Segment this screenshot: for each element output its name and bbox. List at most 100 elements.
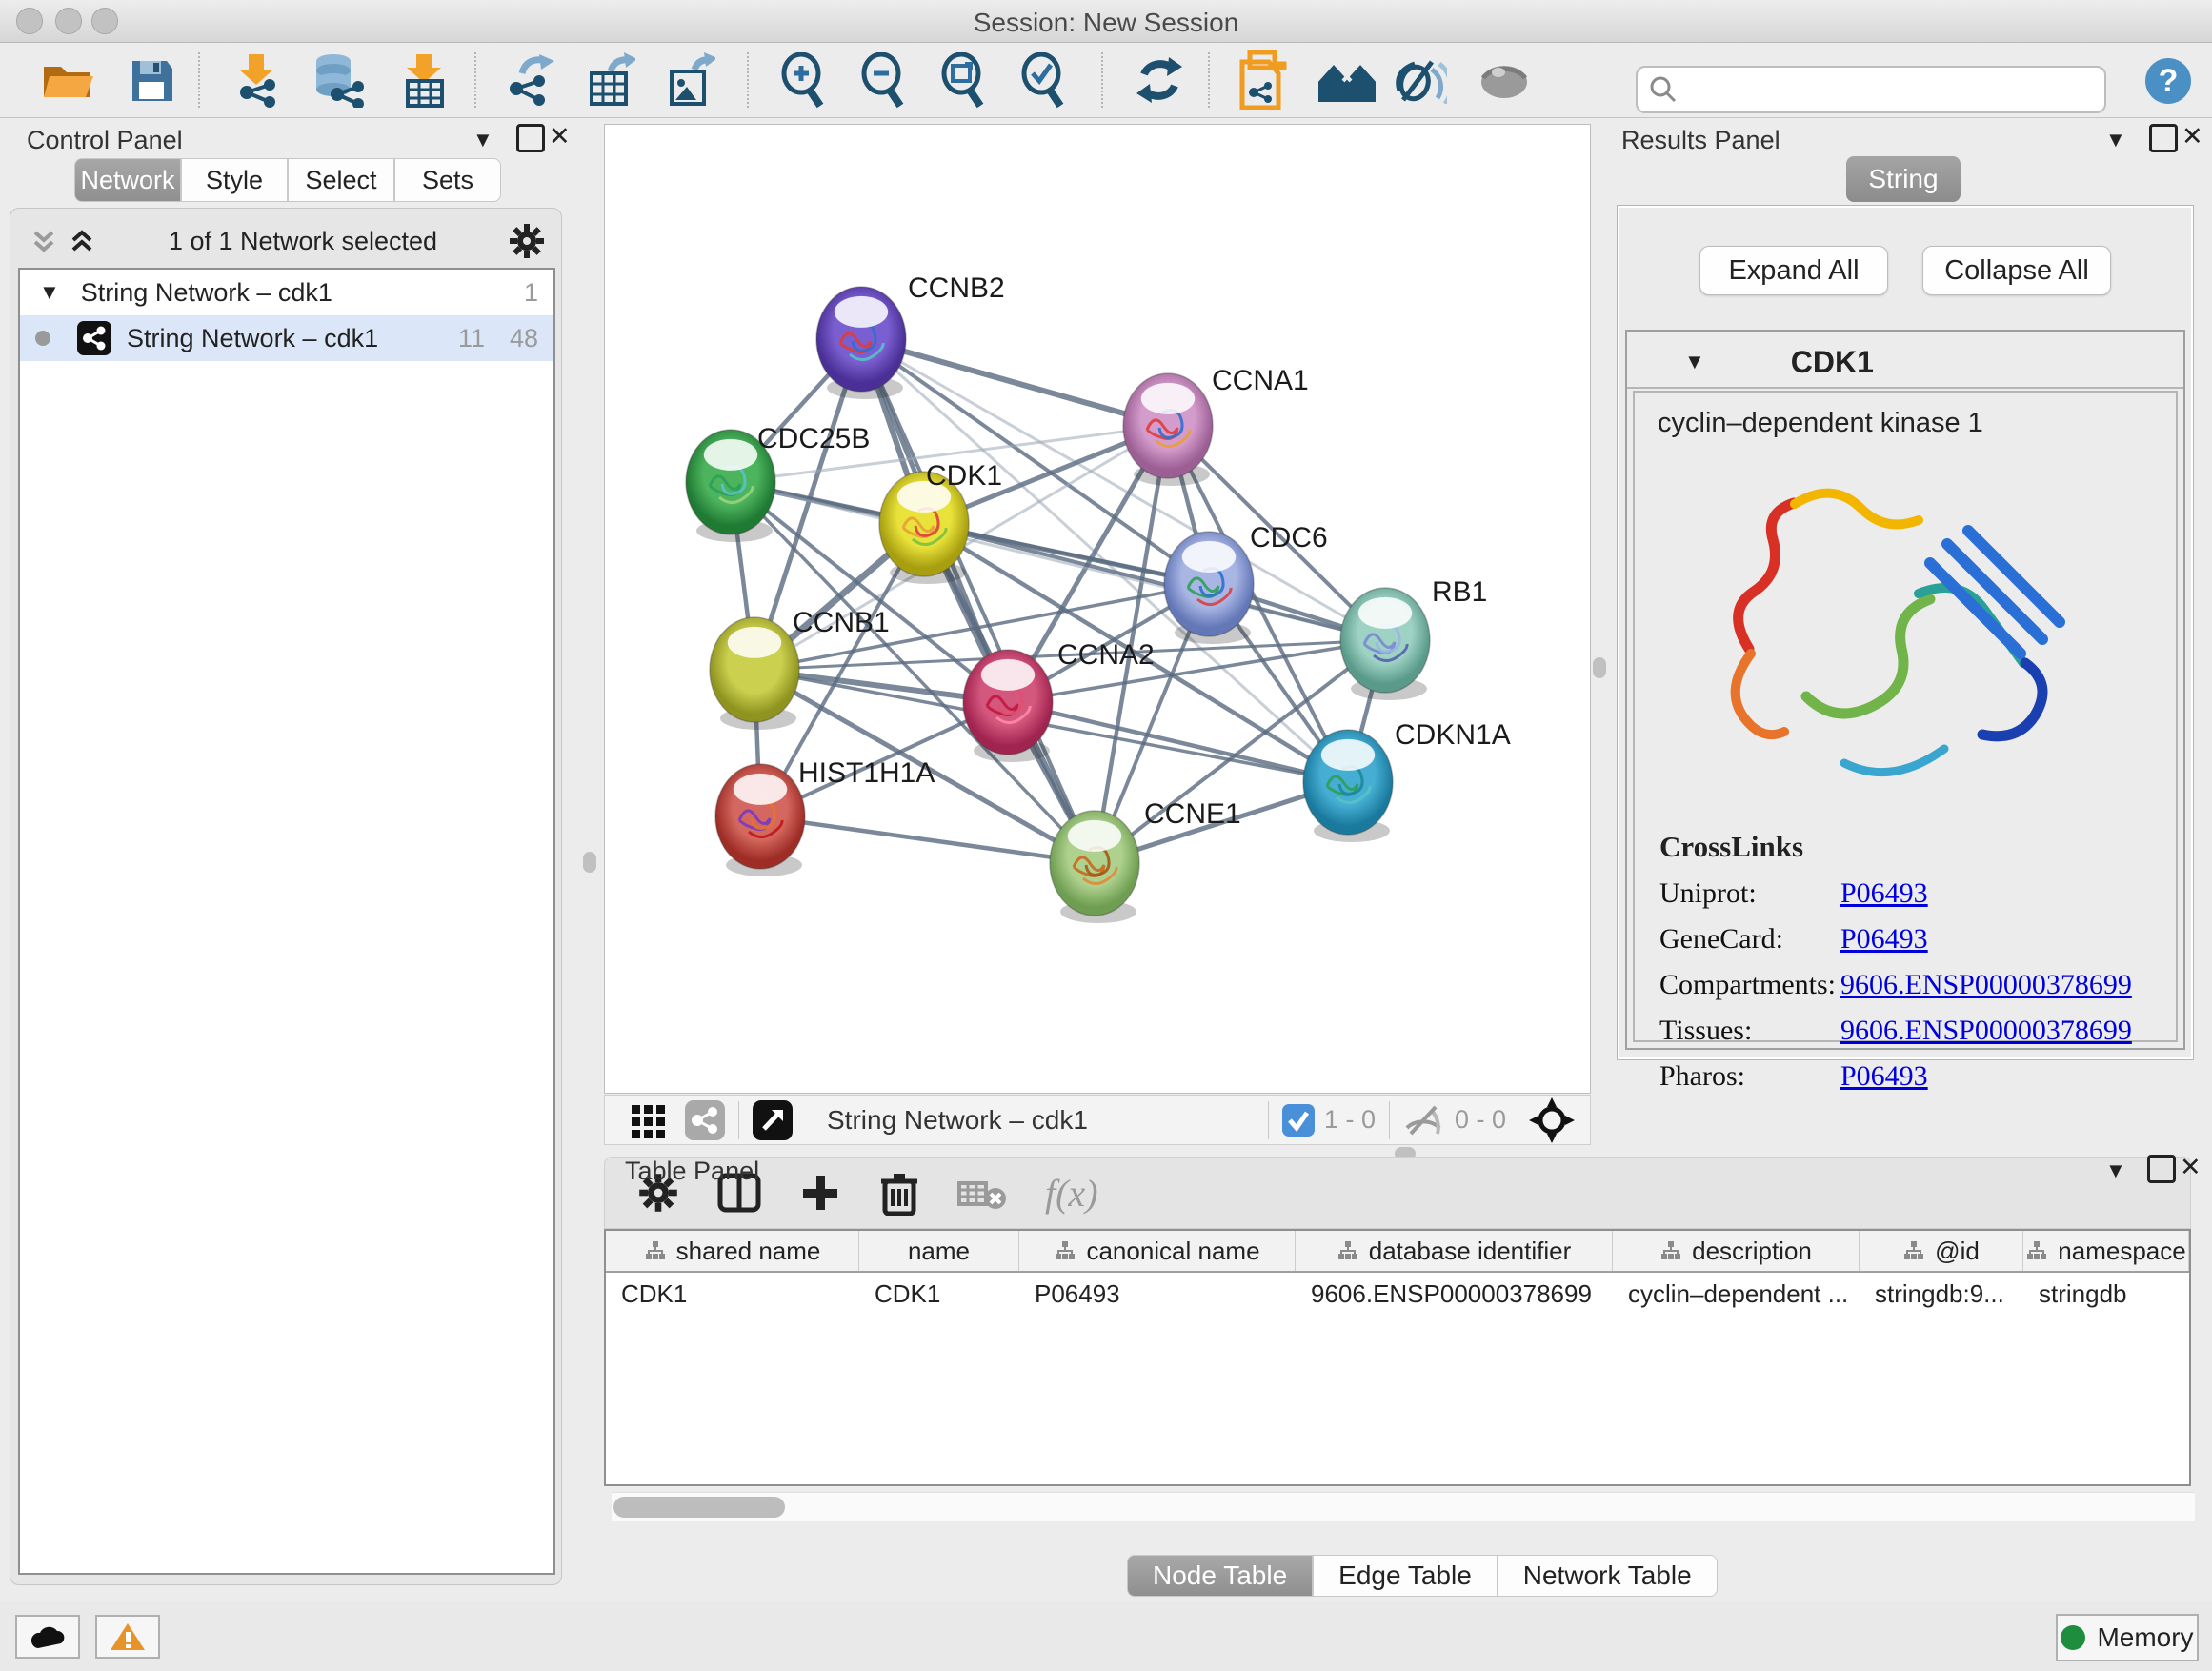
panel-maximize-icon[interactable] — [516, 124, 545, 152]
birds-eye-icon[interactable] — [1529, 1097, 1575, 1143]
edge-CCNA2-CDKN1A[interactable] — [1008, 702, 1348, 782]
table-horizontal-scrollbar[interactable] — [612, 1492, 2195, 1521]
gene-section-header[interactable]: ▼ CDK1 — [1627, 337, 2183, 389]
open-session-icon[interactable] — [38, 50, 97, 110]
detach-view-icon[interactable] — [753, 1100, 793, 1140]
right-splitter-handle[interactable] — [1593, 657, 1606, 678]
warning-button[interactable] — [95, 1615, 160, 1659]
panel-float-icon[interactable]: ▼ — [2105, 1158, 2126, 1183]
shared-column-icon — [644, 1239, 667, 1262]
node-label-CCNB2: CCNB2 — [908, 272, 1005, 305]
clone-network-icon[interactable] — [1233, 50, 1292, 110]
export-network-icon[interactable] — [499, 50, 558, 110]
table-panel: Table Panel ▼ ✕ f(x) shared namenamecano… — [604, 1157, 2202, 1597]
toolbar-separator — [738, 1101, 739, 1139]
scrollbar-thumb[interactable] — [613, 1497, 785, 1518]
network-row[interactable]: String Network – cdk1 11 48 — [20, 315, 553, 361]
tab-edge-table[interactable]: Edge Table — [1313, 1555, 1498, 1597]
table-cell[interactable]: P06493 — [1019, 1273, 1296, 1315]
node-table[interactable]: shared namenamecanonical namedatabase id… — [604, 1229, 2191, 1486]
help-icon[interactable]: ? — [2145, 58, 2191, 104]
export-table-icon[interactable] — [581, 50, 640, 110]
crosslink-link[interactable]: P06493 — [1840, 1060, 1928, 1093]
zoom-selected-icon[interactable] — [1014, 50, 1073, 110]
table-cell[interactable]: stringdb:9... — [1860, 1273, 2023, 1315]
shared-column-icon — [1337, 1239, 1359, 1262]
toolbar-separator — [1389, 1101, 1390, 1139]
search-field[interactable] — [1687, 74, 2091, 106]
column-header-namespace[interactable]: namespace — [2023, 1231, 2189, 1271]
gear-icon[interactable] — [508, 222, 546, 260]
table-row[interactable]: CDK1CDK1P064939606.ENSP00000378699cyclin… — [606, 1273, 2189, 1315]
crosslink-link[interactable]: 9606.ENSP00000378699 — [1840, 969, 2132, 1001]
show-glasses-icon[interactable] — [1391, 50, 1450, 110]
table-toolbar: f(x) — [604, 1157, 2191, 1229]
network-view-share-icon[interactable] — [685, 1100, 725, 1140]
network-collection-row[interactable]: ▼ String Network – cdk1 1 — [20, 270, 553, 315]
expand-all-button[interactable]: Expand All — [1699, 246, 1888, 295]
tab-style[interactable]: Style — [181, 158, 288, 202]
table-cell[interactable]: CDK1 — [859, 1273, 1019, 1315]
crosslink-link[interactable]: P06493 — [1840, 877, 1928, 910]
refresh-icon[interactable] — [1130, 50, 1189, 110]
zoom-fit-icon[interactable] — [934, 50, 993, 110]
column-header-name[interactable]: name — [859, 1231, 1019, 1271]
column-label: namespace — [2058, 1237, 2185, 1266]
tab-sets[interactable]: Sets — [394, 158, 501, 202]
crosslink-row: Compartments:9606.ENSP00000378699 — [1659, 969, 2176, 1001]
left-splitter-handle[interactable] — [583, 852, 596, 873]
column-header-sharedname[interactable]: shared name — [606, 1231, 859, 1271]
panel-maximize-icon[interactable] — [2147, 1155, 2176, 1183]
import-table-icon[interactable] — [394, 50, 453, 110]
table-cell[interactable]: cyclin–dependent ... — [1613, 1273, 1860, 1315]
table-cell[interactable]: 9606.ENSP00000378699 — [1296, 1273, 1613, 1315]
crosslink-link[interactable]: P06493 — [1840, 923, 1928, 956]
tab-node-table[interactable]: Node Table — [1127, 1555, 1313, 1597]
panel-maximize-icon[interactable] — [2149, 124, 2178, 152]
collapse-all-button[interactable]: Collapse All — [1922, 246, 2111, 295]
table-cell[interactable]: stringdb — [2023, 1273, 2189, 1315]
search-input[interactable] — [1636, 66, 2106, 113]
edge-HIST1H1A-CCNE1[interactable] — [760, 816, 1095, 863]
zoom-out-icon[interactable] — [854, 50, 913, 110]
control-panel-title: Control Panel — [27, 126, 183, 155]
tab-string[interactable]: String — [1846, 156, 1961, 202]
table-cell[interactable]: CDK1 — [606, 1273, 859, 1315]
expand-all-icon[interactable] — [66, 225, 98, 257]
hidden-eye-icon[interactable] — [1403, 1103, 1445, 1137]
selected-checkbox-icon[interactable] — [1282, 1104, 1315, 1137]
panel-close-icon[interactable]: ✕ — [2180, 1155, 2202, 1180]
tab-network-table[interactable]: Network Table — [1498, 1555, 1718, 1597]
grid-view-icon[interactable] — [630, 1101, 668, 1139]
save-session-icon[interactable] — [122, 50, 181, 110]
column-header-databaseidentifier[interactable]: database identifier — [1296, 1231, 1613, 1271]
tab-network[interactable]: Network — [74, 158, 181, 202]
add-column-icon[interactable] — [799, 1172, 841, 1214]
tab-select[interactable]: Select — [288, 158, 394, 202]
column-header-canonicalname[interactable]: canonical name — [1019, 1231, 1296, 1271]
collapse-all-icon[interactable] — [28, 225, 60, 257]
import-network-icon[interactable] — [227, 50, 286, 110]
memory-button[interactable]: Memory — [2056, 1614, 2199, 1661]
import-database-icon[interactable] — [309, 50, 368, 110]
function-builder-icon[interactable]: f(x) — [1045, 1171, 1098, 1216]
collection-expand-icon[interactable]: ▼ — [39, 280, 60, 305]
column-header-description[interactable]: description — [1613, 1231, 1860, 1271]
panel-float-icon[interactable]: ▼ — [473, 128, 493, 152]
panel-close-icon[interactable]: ✕ — [549, 124, 571, 150]
export-image-icon[interactable] — [661, 50, 720, 110]
zoom-in-icon[interactable] — [774, 50, 833, 110]
control-panel-tabs: NetworkStyleSelectSets — [74, 158, 501, 202]
eye-icon[interactable] — [1475, 50, 1534, 110]
toolbar-separator — [747, 52, 749, 108]
panel-float-icon[interactable]: ▼ — [2105, 128, 2126, 152]
column-header-id[interactable]: @id — [1860, 1231, 2023, 1271]
crosslink-link[interactable]: 9606.ENSP00000378699 — [1840, 1015, 2132, 1047]
gene-collapse-icon[interactable]: ▼ — [1684, 350, 1705, 374]
cloud-button[interactable] — [15, 1615, 80, 1659]
panel-close-icon[interactable]: ✕ — [2182, 124, 2203, 150]
network-canvas[interactable]: CCNB2CCNA1CDC25BCDK1CDC6RB1CCNB1CCNA2CDK… — [604, 124, 1591, 1094]
delete-table-icon[interactable] — [957, 1176, 1007, 1210]
home-icon[interactable] — [1317, 50, 1376, 110]
delete-column-icon[interactable] — [879, 1170, 919, 1216]
